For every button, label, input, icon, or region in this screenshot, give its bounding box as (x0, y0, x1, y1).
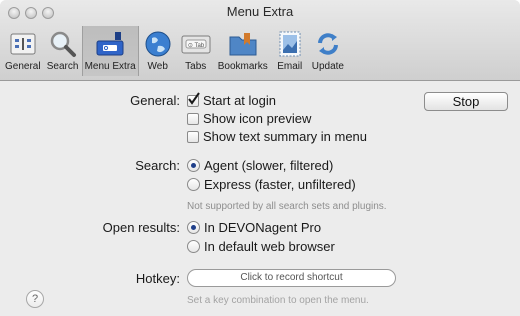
toolbar-label: Email (277, 61, 303, 72)
update-arrows-icon (312, 28, 344, 60)
checkbox-box[interactable] (187, 130, 199, 143)
show-text-summary-checkbox[interactable]: Show text summary in menu (187, 129, 367, 144)
preferences-toolbar: General Search Menu Extra Web ⊙ Tab Tabs… (2, 26, 347, 76)
preferences-pane: General: Start at login Show icon previe… (0, 81, 520, 316)
general-label: General: (130, 93, 180, 108)
checkbox-label: Start at login (203, 93, 276, 108)
checkbox-box[interactable] (187, 112, 199, 125)
search-express-radio[interactable]: Express (faster, unfiltered) (187, 177, 356, 192)
title-toolbar-area: Menu Extra General Search Menu Extra Web… (0, 0, 520, 81)
svg-text:⊙ Tab: ⊙ Tab (188, 43, 205, 49)
toolbar-item-email[interactable]: Email (271, 26, 309, 76)
hotkey-label: Hotkey: (135, 271, 180, 286)
open-results-label: Open results: (102, 220, 180, 235)
toolbar-label: Bookmarks (217, 61, 268, 72)
toolbar-item-tabs[interactable]: ⊙ Tab Tabs (177, 26, 215, 76)
hotkey-note: Set a key combination to open the menu. (187, 295, 369, 306)
search-label: Search: (135, 158, 180, 173)
toolbar-label: Update (311, 61, 344, 72)
toolbar-label: Search (46, 61, 79, 72)
checkbox-label: Show icon preview (203, 111, 312, 126)
toolbar-item-update[interactable]: Update (309, 26, 347, 76)
open-in-default-browser-radio[interactable]: In default web browser (187, 239, 335, 254)
radio-button[interactable] (187, 178, 200, 191)
bookmarks-folder-icon (227, 28, 259, 60)
toolbar-item-search[interactable]: Search (44, 26, 82, 76)
toolbar-label: General (5, 61, 41, 72)
preferences-window: Menu Extra General Search Menu Extra Web… (0, 0, 520, 316)
checkbox-label: Show text summary in menu (203, 129, 368, 144)
toolbar-label: Tabs (185, 61, 207, 72)
radio-button[interactable] (187, 221, 200, 234)
magnifier-icon (47, 28, 79, 60)
toolbar-item-web[interactable]: Web (139, 26, 177, 76)
show-icon-preview-checkbox[interactable]: Show icon preview (187, 111, 311, 126)
checkbox-box[interactable] (187, 91, 200, 107)
radio-label: Agent (slower, filtered) (204, 158, 334, 173)
general-prefs-icon (7, 28, 39, 60)
search-agent-radio[interactable]: Agent (slower, filtered) (187, 158, 333, 173)
window-title: Menu Extra (226, 4, 294, 19)
toolbar-item-bookmarks[interactable]: Bookmarks (215, 26, 271, 76)
tabs-icon: ⊙ Tab (180, 28, 212, 60)
globe-icon (142, 28, 174, 60)
radio-label: In DEVONagent Pro (204, 220, 322, 235)
email-stamp-icon (274, 28, 306, 60)
open-in-devonagent-radio[interactable]: In DEVONagent Pro (187, 220, 321, 235)
search-note: Not supported by all search sets and plu… (187, 201, 387, 212)
toolbar-label: Menu Extra (84, 61, 136, 72)
help-button[interactable]: ? (26, 290, 44, 308)
hotkey-recorder-field[interactable]: Click to record shortcut (187, 269, 396, 287)
radio-button[interactable] (187, 159, 200, 172)
toolbar-item-general[interactable]: General (2, 26, 44, 76)
toolbar-item-menu-extra[interactable]: Menu Extra (81, 26, 139, 76)
menu-extra-icon (94, 28, 126, 60)
radio-label: In default web browser (204, 239, 335, 254)
radio-label: Express (faster, unfiltered) (204, 177, 356, 192)
toolbar-label: Web (147, 61, 168, 72)
start-at-login-checkbox[interactable]: Start at login (187, 91, 276, 108)
stop-button[interactable]: Stop (424, 92, 508, 111)
radio-button[interactable] (187, 240, 200, 253)
